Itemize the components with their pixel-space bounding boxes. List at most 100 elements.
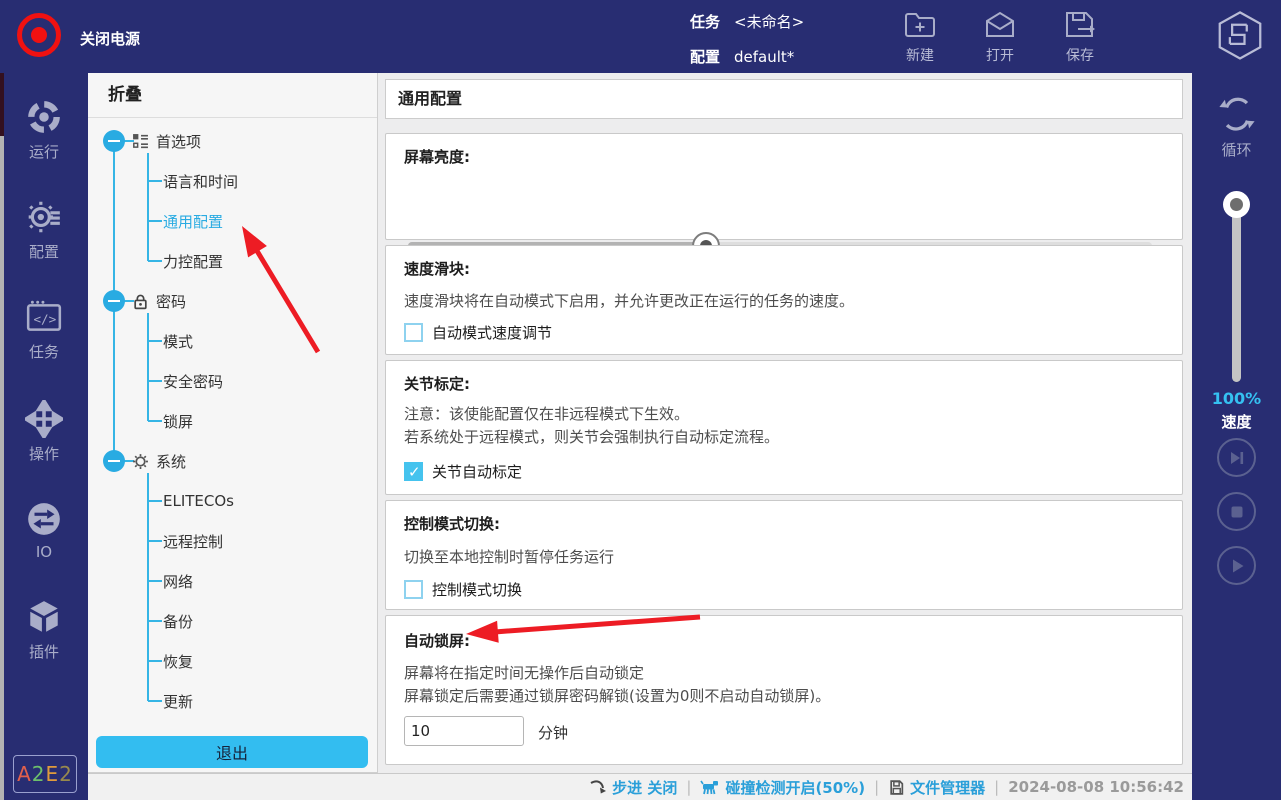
tree-node-language-time[interactable]: 语言和时间 — [163, 169, 238, 193]
collision-detection-status[interactable]: 碰撞检测开启(50%) — [700, 777, 865, 798]
preferences-icon — [133, 133, 148, 148]
tree-node-remote-control[interactable]: 远程控制 — [163, 529, 223, 553]
save-button[interactable]: 保存 — [1048, 8, 1112, 68]
stop-button[interactable] — [1217, 492, 1256, 531]
tree-node-password[interactable]: 密码 — [103, 289, 186, 313]
collapse-minus-icon[interactable] — [103, 290, 125, 312]
power-button[interactable] — [17, 13, 61, 57]
config-value: default* — [734, 48, 795, 66]
left-nav-sidebar: 运行 配置 </> 任务 操作 IO 插件 A 2 E 2 — [0, 73, 88, 800]
speed-label: 速度 — [1221, 413, 1252, 431]
svg-text:</>: </> — [33, 311, 56, 326]
tree-label: 远程控制 — [163, 532, 224, 551]
tree-node-mode[interactable]: 模式 — [163, 329, 193, 353]
tree-node-update[interactable]: 更新 — [163, 689, 193, 713]
config-gear-icon — [28, 201, 60, 233]
collapse-minus-icon[interactable] — [103, 450, 125, 472]
nav-label: 配置 — [28, 243, 59, 261]
new-button[interactable]: 新建 — [888, 8, 952, 68]
tree-label: 模式 — [163, 332, 194, 351]
open-button[interactable]: 打开 — [968, 8, 1032, 68]
task-key: 任务 — [690, 13, 721, 31]
section-desc: 若系统处于远程模式，则关节会强制执行自动标定流程。 — [404, 428, 780, 446]
tree-label: 安全密码 — [163, 372, 224, 391]
tree-node-system[interactable]: 系统 — [103, 449, 186, 473]
tree-label: 语言和时间 — [163, 172, 239, 191]
nav-item-task[interactable]: </> 任务 — [4, 291, 84, 369]
task-row: 任务 <未命名> — [690, 11, 804, 32]
tree-node-force-config[interactable]: 力控配置 — [163, 249, 223, 273]
checkbox-label: 控制模式切换 — [432, 581, 523, 599]
control-mode-checkbox-row[interactable]: 控制模式切换 — [404, 579, 522, 600]
speed-slider-handle[interactable] — [1223, 191, 1250, 218]
nav-item-jog[interactable]: 操作 — [4, 393, 84, 471]
run-icon — [28, 101, 60, 133]
section-desc: 注意：该使能配置仅在非远程模式下生效。 — [404, 405, 690, 423]
play-icon — [1232, 559, 1243, 572]
settings-tree-panel: 折叠 首选项 语言和时间 通用配置 力控配置 密码 模式 安全密码 锁屏 系统 … — [88, 73, 378, 773]
play-button[interactable] — [1217, 546, 1256, 585]
action-label: 保存 — [1066, 48, 1094, 64]
tree-label: ELITECOs — [163, 492, 234, 510]
joint-calibration-checkbox-row[interactable]: 关节自动标定 — [404, 461, 522, 482]
tree-node-backup[interactable]: 备份 — [163, 609, 193, 633]
step-next-button[interactable] — [1217, 438, 1256, 477]
speed-percent: 100% — [1211, 389, 1262, 408]
exit-button[interactable]: 退出 — [96, 736, 368, 768]
teach-pendant-screen: 关闭电源 任务 <未命名> 配置 default* 新建 打开 保存 运行 配置… — [0, 0, 1281, 800]
auto-speed-checkbox-row[interactable]: 自动模式速度调节 — [404, 322, 552, 343]
step-mode-label: 步进 关闭 — [612, 778, 678, 797]
save-icon — [1066, 12, 1095, 37]
tree-node-elitecos[interactable]: ELITECOs — [163, 489, 234, 513]
tree-label: 系统 — [156, 452, 187, 471]
loop-label: 循环 — [1221, 141, 1252, 159]
new-file-icon — [905, 13, 935, 37]
tree-node-lockscreen[interactable]: 锁屏 — [163, 409, 193, 433]
task-value: <未命名> — [734, 13, 805, 31]
checkbox-label: 自动模式速度调节 — [432, 324, 553, 342]
nav-item-config[interactable]: 配置 — [4, 191, 84, 269]
nav-item-io[interactable]: IO — [4, 491, 84, 569]
control-mode-section: 控制模式切换: 切换至本地控制时暂停任务运行 控制模式切换 — [385, 500, 1183, 610]
tree-node-preferences[interactable]: 首选项 — [103, 129, 201, 153]
collapse-minus-icon[interactable] — [103, 130, 125, 152]
badge-char: E — [45, 762, 60, 786]
tree-node-restore[interactable]: 恢复 — [163, 649, 193, 673]
step-arrow-icon — [590, 780, 607, 794]
page-title: 通用配置 — [385, 79, 1183, 119]
joint-calibration-checkbox[interactable] — [404, 462, 423, 481]
lock-minutes-input[interactable] — [404, 716, 524, 746]
auto-speed-checkbox[interactable] — [404, 323, 423, 342]
loop-mode-button[interactable]: 循环 — [1192, 91, 1281, 160]
left-scrollbar-thumb[interactable] — [0, 73, 4, 136]
nav-label: 插件 — [28, 643, 59, 661]
tree-label: 力控配置 — [163, 252, 224, 271]
section-title: 自动锁屏: — [404, 632, 470, 650]
io-arrows-icon — [28, 502, 60, 535]
tree-label: 通用配置 — [163, 212, 224, 231]
action-label: 新建 — [906, 48, 934, 64]
tree-node-safety-password[interactable]: 安全密码 — [163, 369, 223, 393]
speed-slider-section: 速度滑块: 速度滑块将在自动模式下启用，并允许更改正在运行的任务的速度。 自动模… — [385, 245, 1183, 355]
plugin-cube-icon — [30, 601, 58, 632]
step-mode-status[interactable]: 步进 关闭 — [589, 777, 677, 798]
badge-char: 2 — [59, 762, 73, 786]
nav-item-plugin[interactable]: 插件 — [4, 591, 84, 669]
collision-detection-label: 碰撞检测开启(50%) — [725, 778, 866, 797]
section-desc: 切换至本地控制时暂停任务运行 — [404, 548, 615, 566]
section-title: 控制模式切换: — [404, 515, 500, 533]
tree-node-network[interactable]: 网络 — [163, 569, 193, 593]
loop-icon — [1218, 97, 1255, 131]
left-scrollbar-track[interactable] — [0, 73, 4, 800]
file-manager-status[interactable]: 文件管理器 — [888, 777, 985, 798]
tree-node-general-config[interactable]: 通用配置 — [163, 209, 223, 233]
badge-char: 2 — [31, 762, 46, 786]
section-desc: 屏幕将在指定时间无操作后自动锁定 — [404, 664, 645, 682]
speed-slider-track[interactable] — [1232, 204, 1241, 382]
checkbox-label: 关节自动标定 — [432, 463, 523, 481]
power-label: 关闭电源 — [80, 30, 141, 48]
status-bar: 步进 关闭 | 碰撞检测开启(50%) | 文件管理器 | 2024-08-08… — [88, 773, 1192, 800]
control-mode-checkbox[interactable] — [404, 580, 423, 599]
open-file-icon — [986, 11, 1014, 37]
nav-item-run[interactable]: 运行 — [4, 91, 84, 169]
